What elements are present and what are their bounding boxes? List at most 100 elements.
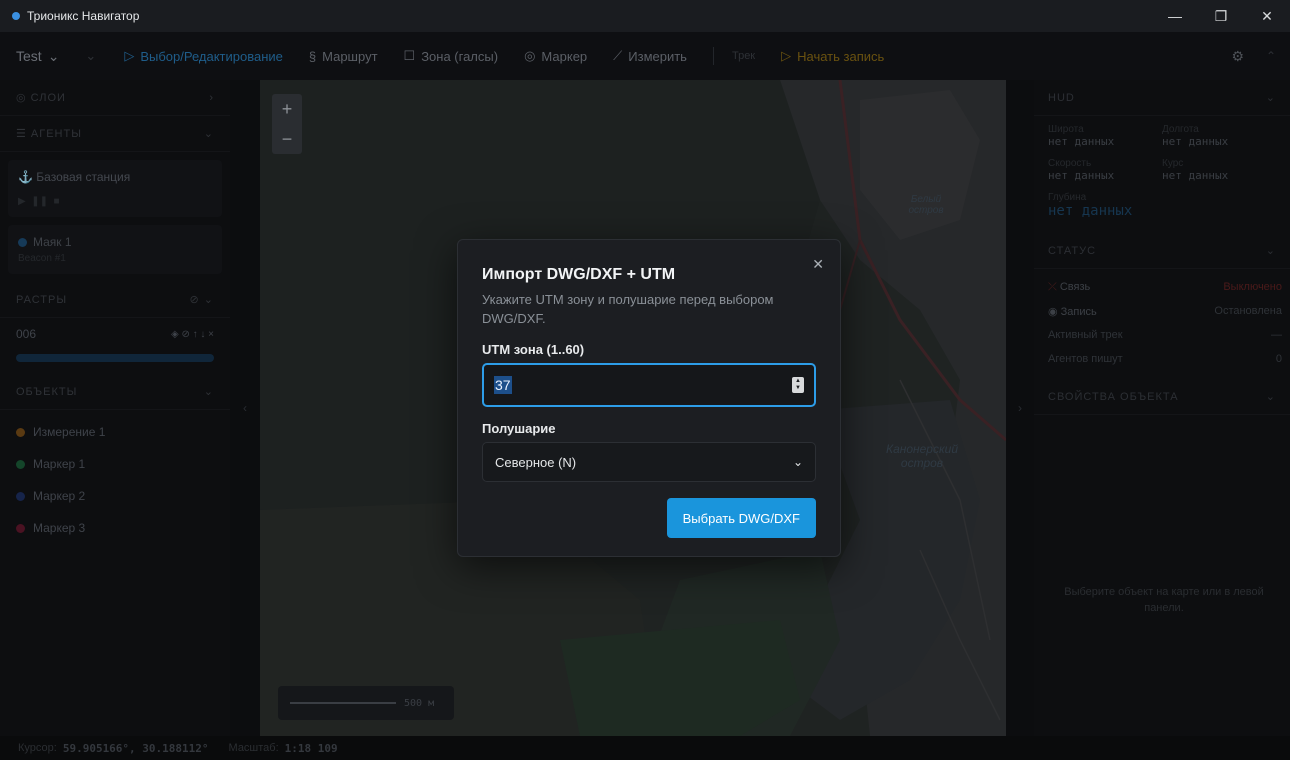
object-label: Маркер 3 [33, 521, 86, 535]
settings-gear-icon[interactable]: ⚙ [1231, 48, 1244, 65]
object-list-item[interactable]: Маркер 1 [0, 448, 230, 480]
beacon-card[interactable]: Маяк 1 Beacon #1 [8, 225, 222, 274]
chevron-down-icon: ⌄ [1265, 391, 1276, 403]
object-list-item[interactable]: Маркер 3 [0, 512, 230, 544]
base-station-card[interactable]: ⚓ Базовая станция ▶ ❚❚ ■ [8, 160, 222, 217]
mode-label: Маршрут [322, 48, 378, 64]
rasters-section-header[interactable]: РАСТРЫ ⊘ ⌄ [0, 282, 230, 318]
beacon-status-dot [18, 237, 27, 247]
depth-value: нет данных [1048, 203, 1133, 219]
hud-label: Глубина [1048, 192, 1087, 203]
ruler-icon: ⟋ [613, 48, 623, 63]
chevron-down-icon: ⌄ [203, 386, 214, 398]
agents-section-header[interactable]: ☰ АГЕНТЫ ⌄ [0, 116, 230, 152]
status-value: Остановлена [1214, 305, 1282, 317]
hemisphere-value: Северное (N) [495, 454, 577, 470]
visibility-off-icon[interactable]: ⊘ ⌄ [190, 293, 215, 306]
section-title: РАСТРЫ [16, 293, 68, 306]
hemisphere-select[interactable]: Северное (N) ⌄ [482, 442, 816, 482]
hud-label: Долгота [1162, 124, 1199, 135]
cursor-label: Курсор: [18, 742, 57, 754]
mode-zone[interactable]: ☐ Зона (галсы) [404, 48, 499, 64]
close-window-button[interactable]: ✕ [1244, 0, 1290, 32]
hud-section-header[interactable]: HUD ⌄ [1034, 80, 1290, 116]
chevron-down-icon: ⌄ [792, 455, 803, 469]
mode-select-edit[interactable]: ▷ Выбор/Редактирование [124, 48, 283, 64]
raster-actions-icons[interactable]: ◈ ⊘ ↑ ↓ × [171, 329, 214, 340]
status-value: Выключено [1223, 281, 1282, 293]
raster-opacity-slider[interactable] [16, 354, 214, 362]
section-title: СТАТУС [1048, 244, 1097, 257]
project-select[interactable]: Test ⌄ [16, 48, 59, 65]
start-record-button[interactable]: ▷ Начать запись [781, 48, 884, 64]
project-name: Test [16, 48, 42, 64]
chevron-down-icon: ⌄ [1265, 245, 1276, 257]
scale-value: 1:18 109 [284, 741, 338, 755]
props-section-header[interactable]: СВОЙСТВА ОБЪЕКТА ⌄ [1034, 379, 1290, 415]
anchor-icon: ⚓ [18, 170, 37, 184]
mode-measure[interactable]: ⟋ Измерить [613, 48, 687, 64]
base-station-controls[interactable]: ▶ ❚❚ ■ [18, 196, 212, 207]
status-label: Активный трек [1048, 329, 1123, 341]
object-list-item[interactable]: Измерение 1 [0, 416, 230, 448]
dialog-close-button[interactable]: ✕ [812, 256, 824, 273]
section-title: ОБЪЕКТЫ [16, 385, 78, 398]
hud-label: Широта [1048, 124, 1084, 135]
minimize-button[interactable]: — [1152, 0, 1198, 32]
record-label: Начать запись [797, 48, 885, 64]
map-label-belyi: Белый остров [908, 194, 944, 216]
object-color-dot [16, 523, 25, 533]
hud-label: Скорость [1048, 158, 1092, 169]
zoom-out-button[interactable]: − [272, 124, 302, 154]
status-section-header[interactable]: СТАТУС ⌄ [1034, 233, 1290, 269]
object-list-item[interactable]: Маркер 2 [0, 480, 230, 512]
eye-icon: ◎ [16, 92, 31, 104]
object-label: Маркер 2 [33, 489, 86, 503]
left-panel-splitter[interactable]: ‹ [230, 80, 260, 736]
record-icon: ◉ [1048, 305, 1061, 318]
objects-section-header[interactable]: ОБЪЕКТЫ ⌄ [0, 374, 230, 410]
toolbar-divider [712, 47, 714, 65]
status-label: Связь [1059, 280, 1091, 293]
project-menu-chevron-icon[interactable]: ⌄ [85, 48, 96, 64]
chevron-right-icon: › [209, 91, 214, 104]
section-title: СЛОИ [30, 92, 66, 104]
route-icon: § [308, 48, 317, 64]
map-label-kanonersky: Канонерский остров [886, 442, 958, 470]
utm-zone-value[interactable]: 37 [494, 376, 512, 394]
mode-marker[interactable]: ◎ Маркер [524, 48, 587, 64]
utm-zone-input[interactable]: 37 ▲ ▼ [482, 363, 816, 407]
status-label: Запись [1060, 305, 1097, 318]
maximize-button[interactable]: ❐ [1198, 0, 1244, 32]
hemisphere-label: Полушарие [482, 421, 556, 436]
mode-route[interactable]: § Маршрут [309, 49, 378, 64]
track-select[interactable]: Трек [732, 50, 755, 62]
mode-label: Маркер [541, 48, 588, 64]
chevron-down-icon: ⌄ [1265, 92, 1276, 104]
props-hint: Выберите объект на карте или в левой пан… [1064, 586, 1264, 614]
chevron-down-icon: ⌄ [47, 47, 60, 64]
zoom-in-button[interactable]: + [272, 94, 302, 124]
layers-section-header[interactable]: ◎ СЛОИ › [0, 80, 230, 116]
number-spinner-icon[interactable]: ▲ ▼ [792, 377, 804, 393]
right-panel: HUD ⌄ Широта нет данных Долгота нет данных… [1034, 80, 1290, 736]
choose-dwg-button[interactable]: Выбрать DWG/DXF [666, 498, 816, 538]
status-bar: Курсор: 59.905166°, 30.188112° Масштаб: … [0, 736, 1290, 760]
right-panel-splitter[interactable]: › [1006, 80, 1034, 736]
object-color-dot [16, 459, 25, 469]
raster-name: 006 [16, 327, 37, 341]
utm-zone-label: UTM зона (1..60) [482, 342, 585, 357]
play-icon: ▷ [781, 48, 792, 63]
window-title: Трионикс Навигатор [27, 9, 140, 23]
window-controls: — ❐ ✕ [1152, 0, 1290, 32]
cursor-icon: ▷ [124, 48, 135, 63]
object-label: Измерение 1 [33, 425, 106, 439]
import-dwg-dialog: ✕ Импорт DWG/DXF + UTM Укажите UTM зону … [457, 239, 841, 557]
raster-row[interactable]: 006 ◈ ⊘ ↑ ↓ × [0, 318, 230, 350]
square-icon: ☐ [403, 48, 416, 63]
objects-list: Измерение 1 Маркер 1 Маркер 2 Маркер 3 [0, 410, 230, 544]
collapse-toolbar-icon[interactable]: ⌃ [1266, 49, 1276, 63]
chevron-down-icon: ⌄ [203, 128, 214, 140]
left-panel: ◎ СЛОИ › ☰ АГЕНТЫ ⌄ ⚓ Базовая станция ▶ … [0, 80, 230, 736]
map-scale-bar: 500 м [278, 686, 454, 720]
